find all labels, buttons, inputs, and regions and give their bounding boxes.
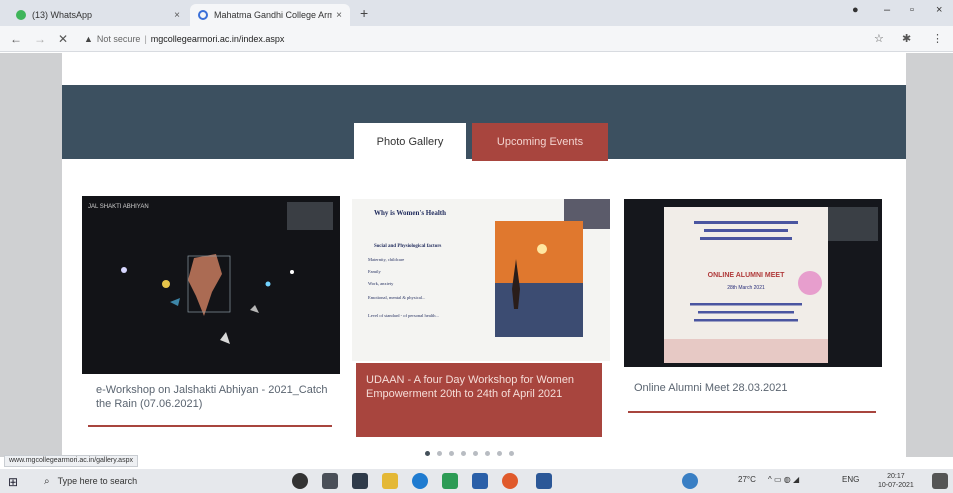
- start-button[interactable]: ⊞: [8, 475, 18, 489]
- file-explorer-icon[interactable]: [382, 473, 398, 489]
- clock-time: 20:17: [887, 473, 905, 480]
- status-url-preview: www.mgcollegearmori.ac.in/gallery.aspx: [4, 455, 138, 467]
- url-text[interactable]: mgcollegearmori.ac.in/index.aspx: [151, 34, 285, 44]
- card-caption[interactable]: UDAAN - A four Day Workshop for Women Em…: [356, 363, 602, 437]
- gallery-card-jalshakti[interactable]: JAL SHAKTI ABHIYAN e-Workshop on Jalshak…: [82, 196, 340, 430]
- gallery-thumbnail[interactable]: ONLINE ALUMNI MEET 28th March 2021: [624, 199, 882, 367]
- card-caption[interactable]: Online Alumni Meet 28.03.2021: [634, 381, 870, 395]
- language-indicator[interactable]: ENG: [842, 475, 859, 484]
- tab-mg-college[interactable]: Mahatma Gandhi College Armori ×: [190, 4, 350, 26]
- carousel-dot[interactable]: [449, 451, 454, 456]
- alumni-poster-thumbnail: ONLINE ALUMNI MEET 28th March 2021: [624, 199, 882, 367]
- chrome-icon[interactable]: [502, 473, 518, 489]
- carousel-dot[interactable]: [497, 451, 502, 456]
- back-button[interactable]: ←: [10, 32, 22, 46]
- cortana-icon[interactable]: [292, 473, 308, 489]
- taskbar-clock[interactable]: 20:17 10-07-2021: [878, 472, 914, 490]
- windows-taskbar: ⊞ ⌕ Type here to search 27°C ^ ▭ ◍ ◢ ENG…: [0, 469, 953, 493]
- video-call-thumbnail: JAL SHAKTI ABHIYAN: [82, 196, 340, 374]
- carousel-dot[interactable]: [437, 451, 442, 456]
- notification-icon[interactable]: [932, 473, 948, 489]
- warning-icon[interactable]: ▲: [84, 34, 93, 44]
- close-window-button[interactable]: ×: [936, 4, 942, 16]
- task-view-icon[interactable]: [322, 473, 338, 489]
- carousel-dots: [425, 451, 514, 456]
- gallery-thumbnail[interactable]: Why is Women's Health Social and Physiol…: [352, 199, 610, 361]
- carousel-dot[interactable]: [473, 451, 478, 456]
- menu-icon[interactable]: ⋮: [932, 32, 943, 45]
- thumbnail-overlay-text: JAL SHAKTI ABHIYAN: [88, 204, 149, 210]
- bookmark-star-icon[interactable]: ☆: [874, 32, 884, 45]
- separator: |: [144, 34, 147, 44]
- close-tab-icon[interactable]: ×: [336, 10, 342, 21]
- poster-title: ONLINE ALUMNI MEET: [708, 272, 785, 279]
- search-icon: ⌕: [44, 475, 50, 487]
- presentation-slide-thumbnail: Why is Women's Health Social and Physiol…: [352, 199, 610, 361]
- carousel-dot[interactable]: [485, 451, 490, 456]
- carousel-dot[interactable]: [425, 451, 430, 456]
- address-toolbar: ← → ✕ ▲ Not secure | mgcollegearmori.ac.…: [0, 26, 953, 52]
- slide-bullet: Level of standard - of personal health..…: [368, 313, 439, 318]
- whatsapp-icon: [16, 10, 26, 20]
- profile-icon[interactable]: ●: [852, 4, 859, 16]
- new-tab-button[interactable]: +: [360, 5, 368, 21]
- mail-icon[interactable]: [472, 473, 488, 489]
- minimize-button[interactable]: –: [884, 4, 890, 16]
- tab-photo-gallery[interactable]: Photo Gallery: [354, 123, 466, 161]
- tab-upcoming-events[interactable]: Upcoming Events: [472, 123, 608, 161]
- gallery-card-alumni[interactable]: ONLINE ALUMNI MEET 28th March 2021 Onlin…: [624, 199, 882, 429]
- tab-title: Mahatma Gandhi College Armori: [214, 10, 333, 20]
- slide-title: Why is Women's Health: [374, 209, 446, 217]
- card-caption[interactable]: e-Workshop on Jalshakti Abhiyan - 2021_C…: [96, 383, 328, 411]
- loading-icon: [198, 10, 208, 20]
- weather-icon[interactable]: [682, 473, 698, 489]
- app-icon[interactable]: [442, 473, 458, 489]
- weather-temp[interactable]: 27°C: [738, 475, 756, 484]
- address-bar[interactable]: ▲ Not secure | mgcollegearmori.ac.in/ind…: [84, 30, 864, 48]
- gallery-thumbnail[interactable]: JAL SHAKTI ABHIYAN: [82, 196, 340, 374]
- edge-icon[interactable]: [412, 473, 428, 489]
- carousel-dot[interactable]: [461, 451, 466, 456]
- search-placeholder[interactable]: Type here to search: [58, 476, 138, 486]
- not-secure-label[interactable]: Not secure: [97, 34, 141, 44]
- close-tab-icon[interactable]: ×: [174, 10, 180, 21]
- forward-button[interactable]: →: [34, 32, 46, 46]
- carousel-dot[interactable]: [509, 451, 514, 456]
- word-icon[interactable]: [536, 473, 552, 489]
- taskbar-search-box[interactable]: ⌕ Type here to search: [44, 472, 274, 490]
- browser-tab-strip: (13) WhatsApp × Mahatma Gandhi College A…: [0, 0, 953, 26]
- slide-subtitle: Social and Physiological factors: [374, 244, 441, 249]
- poster-date: 28th March 2021: [727, 285, 765, 291]
- store-icon[interactable]: [352, 473, 368, 489]
- web-viewport: Photo Gallery Upcoming Events JAL SHAKTI…: [0, 53, 953, 457]
- gallery-card-udaan[interactable]: Why is Women's Health Social and Physiol…: [352, 199, 610, 439]
- card-underline: [88, 425, 332, 427]
- maximize-button[interactable]: ▫: [910, 4, 914, 16]
- extensions-icon[interactable]: ✱: [902, 32, 911, 45]
- tab-title: (13) WhatsApp: [32, 10, 93, 20]
- clock-date: 10-07-2021: [878, 482, 914, 489]
- stop-button[interactable]: ✕: [58, 32, 68, 46]
- tab-whatsapp[interactable]: (13) WhatsApp ×: [8, 4, 188, 26]
- card-underline: [628, 411, 876, 413]
- tray-icons[interactable]: ^ ▭ ◍ ◢: [768, 475, 799, 484]
- slide-bullet: Family: [368, 269, 382, 274]
- web-page: Photo Gallery Upcoming Events JAL SHAKTI…: [62, 53, 906, 457]
